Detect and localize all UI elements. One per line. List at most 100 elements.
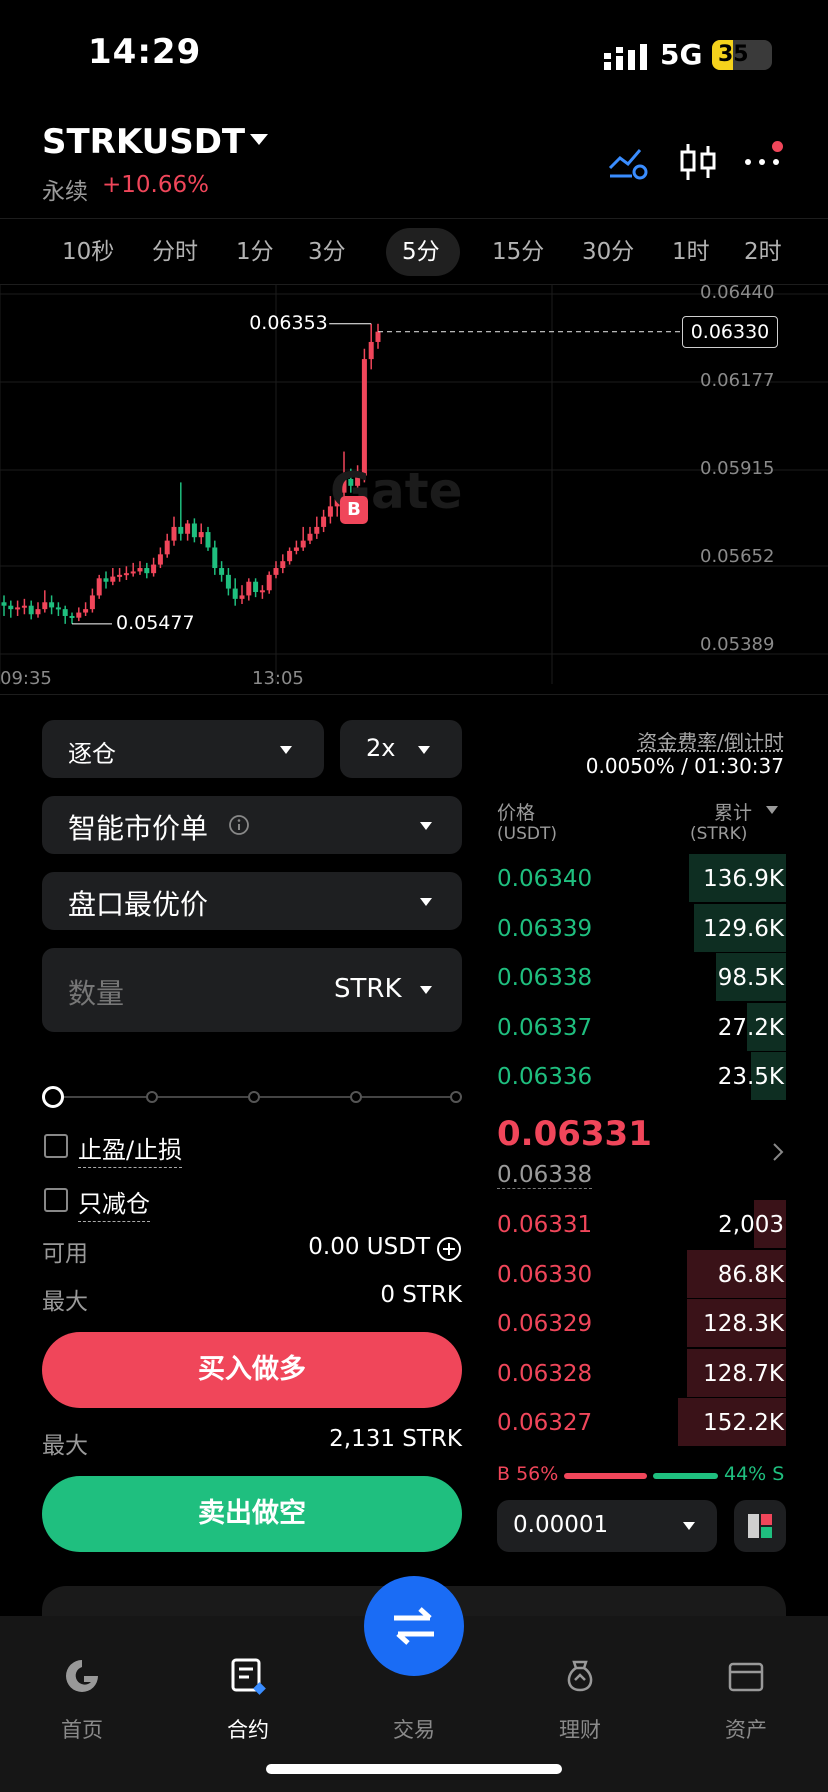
chevron-right-icon[interactable] [770, 1140, 786, 1164]
high-price-label: 0.06353 [249, 311, 328, 334]
tab-timeframe-1[interactable]: 分时 [152, 232, 198, 266]
tab-timeframe-3[interactable]: 3分 [308, 232, 346, 266]
tab-home[interactable]: 首页 [22, 1714, 142, 1744]
bid-qty: 86.8K [717, 1261, 784, 1288]
candle-body [164, 540, 170, 555]
candle-body [178, 526, 184, 534]
bid-price[interactable]: 0.06330 [497, 1262, 592, 1288]
price-mode-select[interactable]: 盘口最优价 [42, 872, 462, 930]
tab-timeframe-6[interactable]: 30分 [582, 232, 634, 266]
available-label: 可用 [42, 1241, 88, 1267]
ask-price[interactable]: 0.06337 [497, 1015, 592, 1041]
pair-dropdown-icon[interactable] [250, 134, 268, 145]
funding-rate-value: 0.0050% / 01:30:37 [585, 754, 784, 778]
funding-rate-label[interactable]: 资金费率/倒计时 [637, 726, 784, 755]
candle-body [117, 574, 123, 577]
leverage-select[interactable]: 2x [340, 720, 462, 778]
slider-node-50[interactable] [248, 1091, 260, 1103]
slider-node-25[interactable] [146, 1091, 158, 1103]
ask-price[interactable]: 0.06339 [497, 916, 592, 942]
trade-fab-button[interactable] [364, 1576, 464, 1676]
ask-price[interactable]: 0.06336 [497, 1064, 592, 1090]
candle-body [42, 602, 48, 610]
home-indicator [266, 1764, 562, 1774]
candle-body [253, 581, 259, 593]
tab-timeframe-8[interactable]: 2时 [744, 232, 782, 266]
precision-select[interactable]: 0.00001 [497, 1500, 717, 1552]
reduce-only-label[interactable]: 只减仓 [78, 1184, 150, 1222]
candle-body [137, 568, 143, 572]
tab-assets[interactable]: 资产 [686, 1714, 806, 1744]
y-tick-label: 0.05915 [700, 458, 775, 479]
buy-ratio-label: B 56% [497, 1463, 559, 1485]
candle-body [123, 573, 129, 576]
tp-sl-label[interactable]: 止盈/止损 [78, 1130, 183, 1168]
quantity-placeholder: 数量 [68, 977, 125, 1010]
layout-icon [748, 1514, 772, 1538]
status-time: 14:29 [88, 32, 202, 72]
bid-price[interactable]: 0.06331 [497, 1212, 592, 1238]
y-tick-label: 0.05652 [700, 546, 775, 567]
chart-indicator-icon[interactable] [606, 140, 650, 184]
margin-mode-select[interactable]: 逐仓 [42, 720, 324, 778]
ask-qty: 27.2K [717, 1014, 784, 1041]
quantity-input[interactable]: 数量 STRK [42, 948, 462, 1032]
candle-body [212, 547, 218, 569]
mark-price: 0.06338 [497, 1162, 593, 1189]
candle-body [55, 607, 61, 610]
candle-body [76, 612, 82, 618]
ask-price[interactable]: 0.06338 [497, 965, 592, 991]
tab-trade[interactable]: 交易 [354, 1714, 474, 1744]
sell-short-button[interactable]: 卖出做空 [42, 1476, 462, 1552]
bid-qty: 128.3K [703, 1311, 784, 1338]
bid-price[interactable]: 0.06327 [497, 1410, 592, 1436]
tab-timeframe-0[interactable]: 10秒 [62, 232, 114, 266]
tab-finance[interactable]: 理财 [520, 1714, 640, 1744]
candle-body [144, 568, 150, 574]
quantity-slider-thumb[interactable] [42, 1086, 64, 1108]
slider-node-75[interactable] [350, 1091, 362, 1103]
bid-qty: 2,003 [718, 1212, 784, 1238]
last-price-tag: 0.06330 [682, 315, 778, 348]
tab-contract[interactable]: 合约 [188, 1714, 308, 1744]
candle-body [259, 590, 265, 593]
bid-price[interactable]: 0.06329 [497, 1311, 592, 1337]
tab-timeframe-4[interactable]: 5分 [402, 232, 440, 266]
add-funds-icon[interactable] [436, 1236, 462, 1262]
contract-icon [231, 1658, 266, 1695]
order-type-value: 智能市价单 [68, 812, 209, 845]
candle-body [157, 554, 163, 565]
slider-node-100[interactable] [450, 1091, 462, 1103]
candle-body [205, 532, 211, 548]
ask-qty: 129.6K [703, 915, 784, 942]
order-type-select[interactable]: 智能市价单 [42, 796, 462, 854]
pair-title[interactable]: STRKUSDT [42, 122, 245, 162]
notification-dot [772, 141, 783, 152]
reduce-only-checkbox[interactable] [44, 1188, 68, 1212]
info-icon[interactable] [228, 814, 250, 836]
tp-sl-checkbox[interactable] [44, 1134, 68, 1158]
ob-price-unit: (USDT) [497, 824, 557, 844]
orderbook-layout-button[interactable] [734, 1500, 786, 1552]
ob-qty-header[interactable]: 累计 [714, 798, 752, 825]
chevron-down-icon [420, 898, 432, 906]
candle-body [361, 359, 367, 476]
chevron-down-icon [418, 746, 430, 754]
quantity-unit-select[interactable]: STRK [334, 974, 402, 1004]
tab-timeframe-5[interactable]: 15分 [492, 232, 544, 266]
candle-body [225, 574, 231, 589]
bid-qty: 152.2K [703, 1410, 784, 1437]
tab-timeframe-7[interactable]: 1时 [672, 232, 710, 266]
price-mode-value: 盘口最优价 [68, 888, 209, 921]
y-tick-label: 0.05389 [700, 634, 775, 655]
ask-price[interactable]: 0.06340 [497, 866, 592, 892]
candle-body [280, 561, 286, 569]
candle-body [83, 609, 89, 613]
buy-long-button[interactable]: 买入做多 [42, 1332, 462, 1408]
home-icon [66, 1660, 98, 1692]
bid-price[interactable]: 0.06328 [497, 1361, 592, 1387]
y-tick-label: 0.06440 [700, 282, 775, 303]
candle-body [300, 540, 306, 548]
tab-timeframe-2[interactable]: 1分 [236, 232, 274, 266]
candlestick-icon[interactable] [676, 140, 720, 184]
